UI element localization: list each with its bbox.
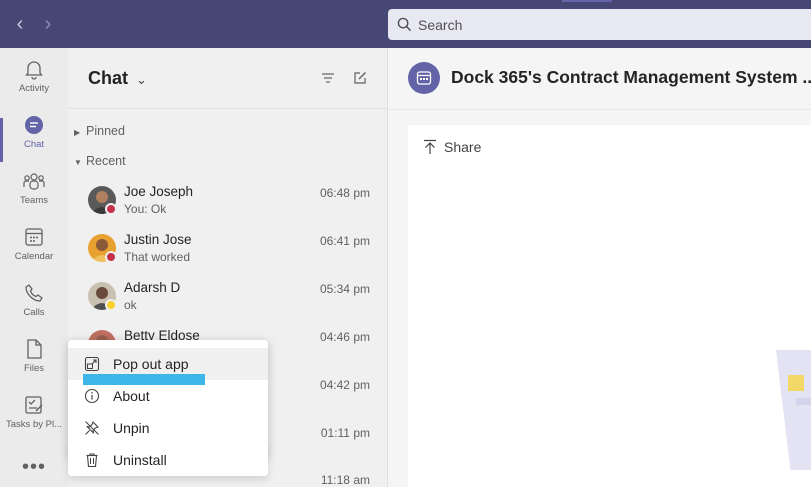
rail-item-label: Chat [23, 139, 45, 150]
section-pinned[interactable]: ▶ Pinned [74, 124, 125, 138]
rail-item-calendar[interactable]: Calendar [0, 226, 68, 282]
section-recent[interactable]: ▼ Recent [74, 154, 126, 168]
menu-item-label: Uninstall [113, 452, 167, 468]
divider [68, 108, 388, 109]
bell-icon [25, 61, 43, 80]
chat-time: 01:11 pm [320, 426, 370, 440]
chat-title-text: Chat [88, 68, 128, 88]
calendar-app-icon [416, 71, 432, 85]
app-header: Dock 365's Contract Management System ..… [389, 48, 811, 110]
rail-item-label: Calendar [14, 251, 54, 262]
phone-icon [25, 284, 43, 302]
app-content: Share [408, 125, 811, 487]
caret-down-icon: ▼ [74, 158, 82, 167]
search-icon [397, 17, 412, 32]
rail-item-label: Tasks by Pl... [6, 419, 62, 430]
chat-name: Joe Joseph [124, 184, 194, 199]
chat-preview: You: Ok [124, 202, 167, 216]
share-icon [424, 139, 436, 154]
chat-icon [25, 116, 43, 134]
share-label: Share [444, 139, 482, 155]
filter-icon[interactable] [320, 70, 336, 86]
teams-icon [23, 173, 45, 190]
chat-time: 04:46 pm [319, 330, 370, 344]
page-title: Dock 365's Contract Management System ..… [451, 67, 811, 87]
chat-row[interactable]: Joe Joseph You: Ok 06:48 pm [68, 176, 388, 224]
rail-item-teams[interactable]: Teams [0, 170, 68, 226]
info-icon [84, 388, 100, 404]
presence-away-icon [105, 299, 117, 311]
chat-name: Justin Jose [124, 232, 192, 247]
menu-item-uninstall-row[interactable]: Uninstall [68, 444, 268, 476]
menu-item-label: Unpin [113, 420, 150, 436]
app-logo [408, 62, 440, 94]
title-bar: ‹ › [0, 0, 811, 48]
app-rail: Activity Chat Teams Calendar Calls Files… [0, 48, 68, 487]
presence-busy-icon [105, 251, 117, 263]
more-apps-icon[interactable]: ••• [22, 456, 46, 479]
share-button[interactable]: Share [422, 139, 481, 155]
search-input[interactable] [418, 9, 798, 40]
chat-preview: ok [124, 298, 137, 312]
new-chat-icon[interactable] [352, 70, 368, 86]
search-box[interactable] [388, 9, 811, 40]
rail-item-label: Teams [20, 195, 48, 206]
chat-list-title[interactable]: Chat ⌄ [88, 68, 147, 89]
presence-busy-icon [105, 203, 117, 215]
calendar-icon [25, 228, 43, 246]
unpin-icon [85, 421, 99, 435]
app-context-menu: Pop out app About Unpin [68, 340, 268, 456]
back-arrow-icon[interactable]: ‹ [10, 12, 30, 36]
rail-item-chat[interactable]: Chat [0, 114, 68, 170]
section-label: Pinned [86, 124, 125, 138]
chat-row[interactable]: Justin Jose That worked 06:41 pm [68, 224, 388, 272]
pop-out-icon [84, 356, 100, 372]
chat-time: 11:18 am [320, 473, 370, 487]
annotation-highlight-bar [83, 374, 205, 385]
rail-item-label: Files [23, 363, 45, 374]
menu-item-unpin[interactable]: Unpin [68, 412, 268, 444]
chat-time: 06:48 pm [319, 186, 370, 200]
rail-item-tasks[interactable]: Tasks by Pl... [0, 394, 68, 450]
section-label: Recent [86, 154, 126, 168]
menu-item-label: About [113, 388, 150, 404]
chat-time: 05:34 pm [319, 282, 370, 296]
document-illustration-icon [776, 350, 811, 470]
chevron-down-icon: ⌄ [136, 72, 147, 87]
forward-arrow-icon[interactable]: › [38, 12, 58, 36]
top-accent-bar [562, 0, 612, 2]
rail-item-label: Activity [18, 83, 50, 94]
chat-time: 04:42 pm [319, 378, 370, 392]
tasks-icon [25, 396, 43, 414]
chat-time: 06:41 pm [319, 234, 370, 248]
trash-icon [86, 453, 98, 468]
chat-row[interactable]: Adarsh D ok 05:34 pm [68, 272, 388, 320]
menu-item-label: Pop out app [113, 356, 189, 372]
caret-right-icon: ▶ [74, 128, 81, 137]
file-icon [27, 339, 42, 359]
rail-item-calls[interactable]: Calls [0, 282, 68, 338]
rail-item-files[interactable]: Files [0, 338, 68, 394]
rail-item-label: Calls [23, 307, 45, 318]
rail-item-activity[interactable]: Activity [0, 58, 68, 114]
chat-name: Adarsh D [124, 280, 181, 295]
chat-preview: That worked [124, 250, 191, 264]
